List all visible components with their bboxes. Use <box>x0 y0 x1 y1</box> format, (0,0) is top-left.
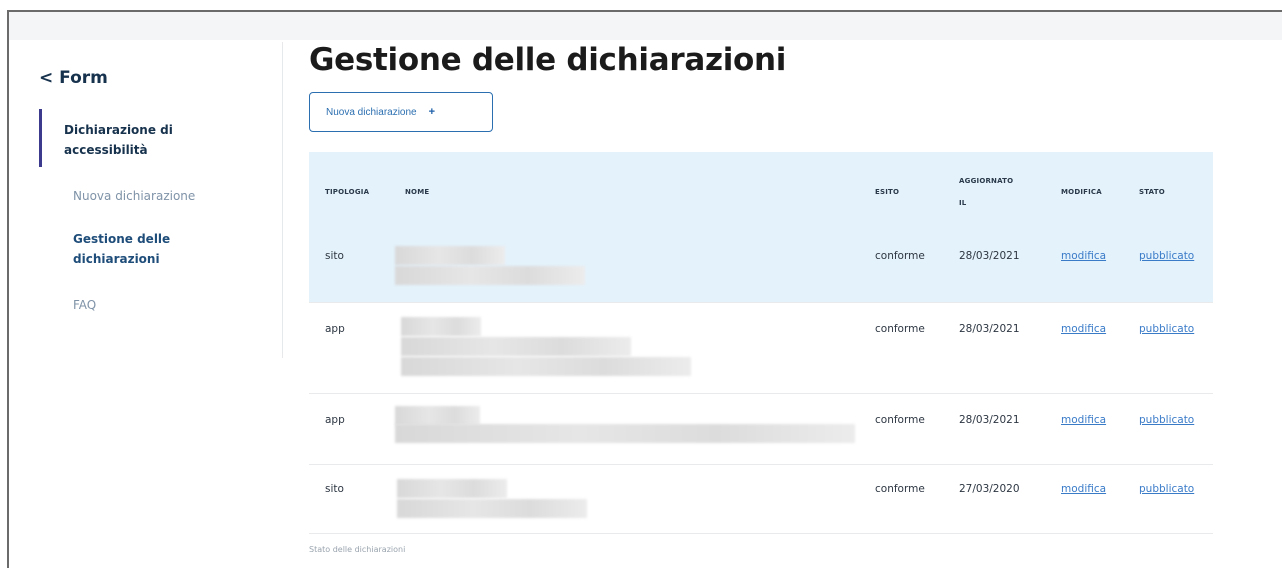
new-declaration-button[interactable]: Nuova dichiarazione + <box>309 92 493 132</box>
app-window: < Form Dichiarazione di accessibilità Nu… <box>7 10 1282 568</box>
status-link[interactable]: pubblicato <box>1139 250 1194 262</box>
declarations-table: TIPOLOGIA NOME ESITO AGGIORNATO IL MODIF… <box>309 152 1213 534</box>
sidebar-item-nuova-dichiarazione[interactable]: Nuova dichiarazione <box>73 186 233 206</box>
sidebar-item-faq[interactable]: FAQ <box>73 295 233 315</box>
cell-tipologia: sito <box>309 232 389 303</box>
cell-tipologia: sito <box>309 464 389 534</box>
edit-link[interactable]: modifica <box>1061 250 1106 262</box>
cell-nome-redacted <box>389 393 859 465</box>
table-caption: Stato delle dichiarazioni <box>309 545 406 554</box>
page-title: Gestione delle dichiarazioni <box>309 42 787 78</box>
table-header-row: TIPOLOGIA NOME ESITO AGGIORNATO IL MODIF… <box>309 152 1213 232</box>
header-tipologia: TIPOLOGIA <box>325 188 370 196</box>
cell-nome-redacted <box>389 232 859 303</box>
table-row: app conforme 28/03/2021 modifica pubblic… <box>309 302 1213 394</box>
cell-aggiornato: 28/03/2021 <box>943 232 1045 303</box>
cell-nome-redacted <box>389 302 859 394</box>
cell-aggiornato: 27/03/2020 <box>943 464 1045 534</box>
edit-link[interactable]: modifica <box>1061 323 1106 335</box>
new-declaration-button-label: Nuova dichiarazione <box>326 106 417 118</box>
cell-tipologia: app <box>309 302 389 394</box>
status-link[interactable]: pubblicato <box>1139 323 1194 335</box>
sidebar-section-accessibility[interactable]: Dichiarazione di accessibilità <box>39 109 239 167</box>
edit-link[interactable]: modifica <box>1061 414 1106 426</box>
header-aggiornato: AGGIORNATO IL <box>959 177 1014 207</box>
cell-aggiornato: 28/03/2021 <box>943 302 1045 394</box>
cell-nome-redacted <box>389 464 859 534</box>
header-nome: NOME <box>405 188 430 196</box>
sidebar: < Form Dichiarazione di accessibilità Nu… <box>9 12 289 568</box>
status-link[interactable]: pubblicato <box>1139 414 1194 426</box>
header-stato: STATO <box>1139 188 1165 196</box>
cell-esito: conforme <box>859 464 943 534</box>
sidebar-section-label: Dichiarazione di accessibilità <box>64 123 173 157</box>
sidebar-divider <box>282 42 283 358</box>
table-row: app conforme 28/03/2021 modifica pubblic… <box>309 393 1213 465</box>
header-modifica: MODIFICA <box>1061 188 1102 196</box>
status-link[interactable]: pubblicato <box>1139 483 1194 495</box>
table-row: sito conforme 27/03/2020 modifica pubbli… <box>309 464 1213 534</box>
edit-link[interactable]: modifica <box>1061 483 1106 495</box>
cell-tipologia: app <box>309 393 389 465</box>
header-esito: ESITO <box>875 188 900 196</box>
cell-aggiornato: 28/03/2021 <box>943 393 1045 465</box>
table-row: sito conforme 28/03/2021 modifica pubbli… <box>309 232 1213 303</box>
sidebar-item-gestione-dichiarazioni[interactable]: Gestione delle dichiarazioni <box>73 229 203 269</box>
back-to-form-link[interactable]: < Form <box>39 68 108 88</box>
cell-esito: conforme <box>859 302 943 394</box>
cell-esito: conforme <box>859 232 943 303</box>
plus-icon: + <box>428 106 436 118</box>
cell-esito: conforme <box>859 393 943 465</box>
